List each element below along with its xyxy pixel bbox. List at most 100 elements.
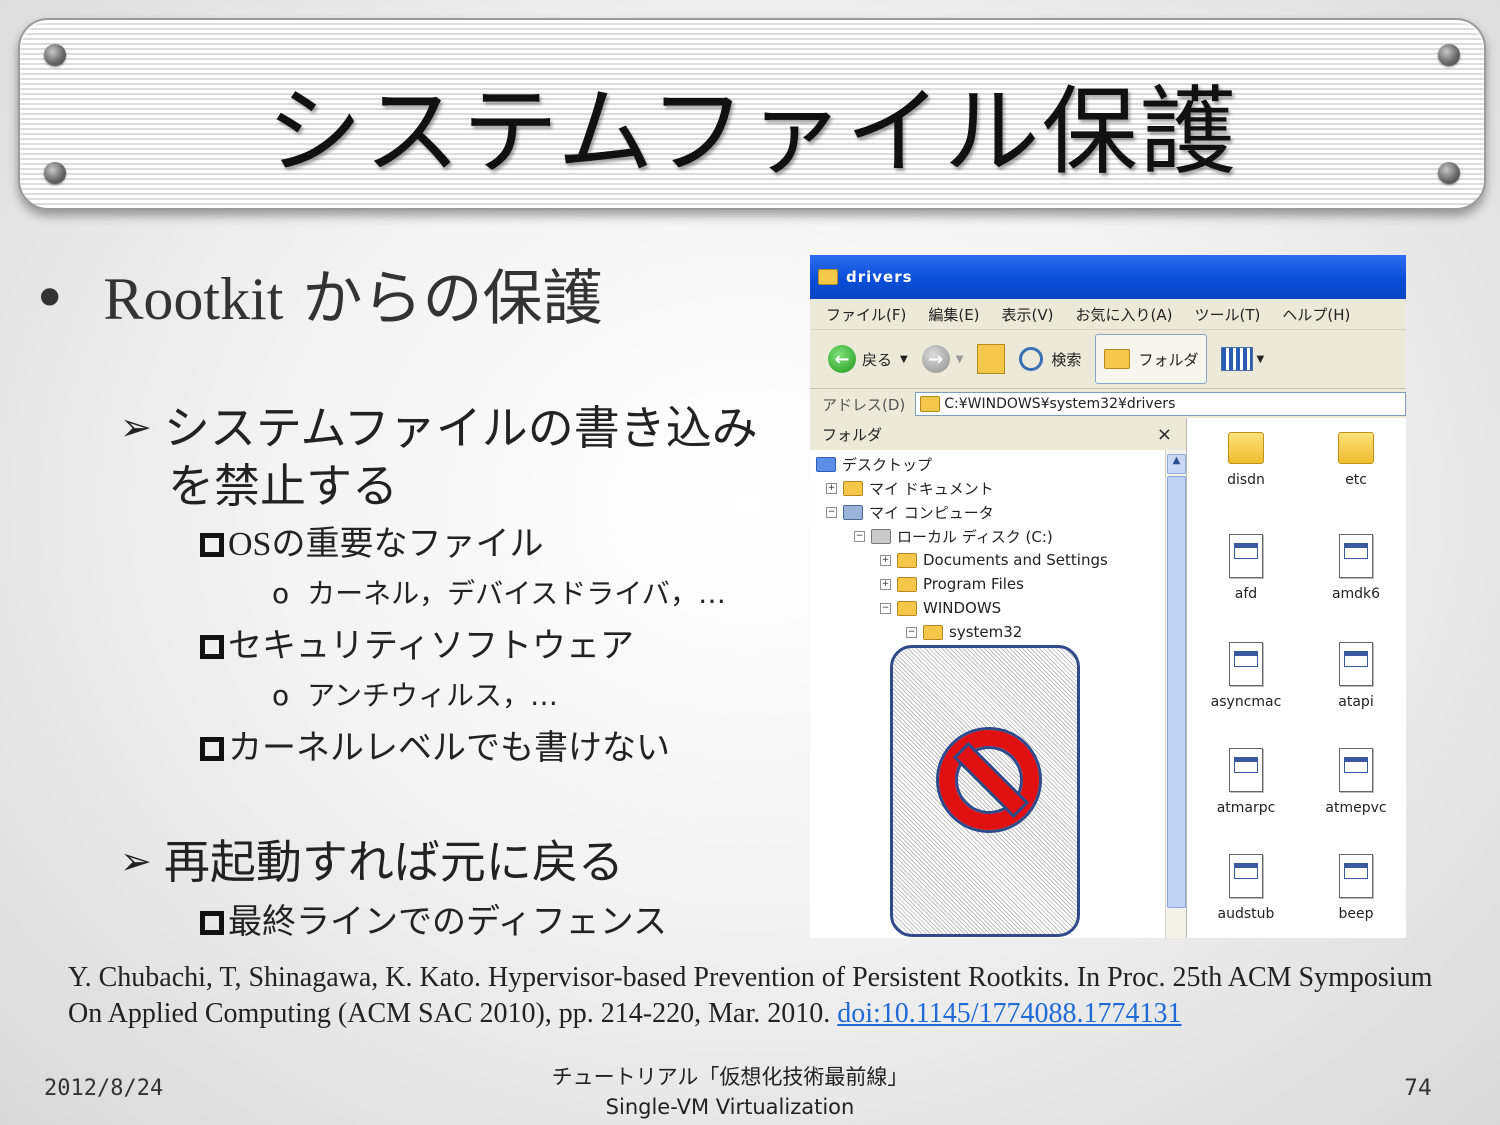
security-software-text: セキュリティソフトウェア: [228, 626, 634, 666]
file-name: atmarpc: [1216, 800, 1276, 816]
square-bullet-icon: [200, 533, 224, 557]
file-list-pane: disdn etc afd amdk6 asyncmac atapi atmar…: [1187, 418, 1406, 938]
back-arrow-icon: ←: [828, 345, 856, 373]
bullet-antivirus: o アンチウィルス，…: [272, 674, 558, 714]
tree-item-program-files[interactable]: + Program Files: [880, 572, 1024, 596]
square-bullet-icon: [200, 911, 224, 935]
arrow-bullet-icon: ➢: [120, 839, 152, 883]
folders-label: フォルダ: [1138, 350, 1199, 369]
menu-favorites[interactable]: お気に入り(A): [1076, 304, 1173, 325]
bullet-kernel-level: カーネルレベルでも書けない: [200, 720, 670, 769]
back-button[interactable]: ← 戻る ▼: [828, 345, 908, 373]
window-titlebar[interactable]: drivers: [810, 255, 1406, 299]
file-item-sys[interactable]: atmarpc: [1191, 748, 1301, 816]
menu-tools[interactable]: ツール(T): [1194, 304, 1260, 325]
kernel-level-text: カーネルレベルでも書けない: [228, 728, 670, 768]
folders-button[interactable]: フォルダ: [1095, 334, 1208, 384]
expand-icon[interactable]: +: [880, 578, 891, 590]
reboot-text: 再起動すれば元に戻る: [163, 835, 624, 889]
file-name: disdn: [1227, 472, 1265, 488]
final-defense-text: 最終ラインでのディフェンス: [228, 902, 667, 942]
scroll-thumb[interactable]: [1167, 476, 1186, 908]
tree-header: フォルダ ×: [810, 418, 1186, 450]
file-name: afd: [1234, 586, 1258, 602]
system-file-icon: [1229, 534, 1263, 578]
tree-item-my-documents[interactable]: + マイ ドキュメント: [826, 476, 994, 500]
back-label: 戻る: [862, 350, 893, 369]
file-item-sys[interactable]: atmepvc: [1301, 748, 1406, 816]
folder-icon: [818, 269, 838, 285]
file-item-sys[interactable]: asyncmac: [1191, 642, 1301, 710]
tree-item-documents-and-settings[interactable]: + Documents and Settings: [880, 548, 1108, 572]
tree-scrollbar[interactable]: ▲: [1165, 450, 1186, 938]
doi-link[interactable]: doi:10.1145/1774088.1774131: [837, 998, 1181, 1029]
forward-arrow-icon: →: [921, 345, 950, 373]
address-bar: アドレス(D) C:¥WINDOWS¥system32¥drivers: [810, 389, 1406, 420]
file-item-sys[interactable]: atapi: [1301, 642, 1406, 710]
system-file-icon: [1229, 748, 1263, 792]
address-field[interactable]: C:¥WINDOWS¥system32¥drivers: [915, 392, 1406, 416]
search-button[interactable]: 検索: [1019, 347, 1081, 371]
file-name: atmepvc: [1325, 800, 1387, 816]
file-item-sys[interactable]: beep: [1301, 854, 1406, 922]
folder-icon: [920, 396, 941, 412]
tree-item-system32[interactable]: − system32: [906, 620, 1022, 644]
folder-icon: [1228, 432, 1264, 464]
collapse-icon[interactable]: −: [826, 506, 837, 518]
collapse-icon[interactable]: −: [906, 626, 917, 638]
square-bullet-icon: [200, 737, 224, 761]
chevron-down-icon: ▼: [900, 353, 908, 365]
menu-view[interactable]: 表示(V): [1002, 304, 1054, 325]
chevron-down-icon: ▼: [1256, 353, 1265, 365]
menu-help[interactable]: ヘルプ(H): [1282, 304, 1350, 325]
title-plate: システムファイル保護: [18, 18, 1486, 210]
kernel-examples-text: カーネル，デバイスドライバ，…: [307, 577, 727, 610]
menu-bar: ファイル(F) 編集(E) 表示(V) お気に入り(A) ツール(T) ヘルプ(…: [810, 299, 1406, 330]
tree-item-desktop[interactable]: デスクトップ: [816, 452, 932, 476]
collapse-icon[interactable]: −: [854, 530, 865, 542]
file-item-folder[interactable]: disdn: [1191, 432, 1301, 488]
file-name: amdk6: [1331, 586, 1381, 602]
footer-title-line1: チュートリアル「仮想化技術最前線」: [551, 1065, 909, 1089]
tree-label: デスクトップ: [842, 455, 933, 474]
tree-label: マイ コンピュータ: [869, 503, 994, 522]
bullet-write-protect: ➢ システムファイルの書き込み: [120, 392, 758, 458]
tree-item-windows[interactable]: − WINDOWS: [880, 596, 1001, 620]
address-label: アドレス(D): [822, 395, 906, 414]
tree-label: マイ ドキュメント: [869, 479, 994, 498]
protected-files-overlay: [890, 645, 1080, 937]
slide-title: システムファイル保護: [266, 76, 1238, 188]
window-title: drivers: [846, 268, 913, 286]
folder-icon: [897, 552, 917, 568]
tree-label: system32: [949, 623, 1023, 641]
write-protect-line1: システムファイルの書き込み: [163, 401, 758, 455]
system-file-icon: [1339, 534, 1373, 578]
search-label: 検索: [1051, 350, 1082, 369]
folder-icon: [1104, 349, 1131, 369]
expand-icon[interactable]: +: [880, 554, 891, 566]
menu-edit[interactable]: 編集(E): [928, 304, 979, 325]
expand-icon[interactable]: +: [826, 482, 837, 494]
system-file-icon: [1339, 748, 1373, 792]
up-folder-button[interactable]: [977, 344, 1006, 374]
tree-label: Documents and Settings: [923, 551, 1108, 569]
collapse-icon[interactable]: −: [880, 602, 891, 614]
search-icon: [1019, 347, 1044, 371]
write-protect-line2: を禁止する: [168, 459, 398, 513]
system-file-icon: [1339, 642, 1373, 686]
file-item-sys[interactable]: afd: [1191, 534, 1301, 602]
file-item-sys[interactable]: amdk6: [1301, 534, 1406, 602]
forward-button[interactable]: → ▼: [921, 345, 964, 373]
views-button[interactable]: ▼: [1221, 347, 1264, 371]
scroll-up-icon[interactable]: ▲: [1167, 454, 1186, 474]
menu-file[interactable]: ファイル(F): [826, 304, 906, 325]
tree-header-label: フォルダ: [822, 425, 883, 444]
close-icon[interactable]: ×: [1157, 424, 1172, 445]
system-file-icon: [1229, 642, 1263, 686]
file-item-sys[interactable]: audstub: [1191, 854, 1301, 922]
file-item-folder[interactable]: etc: [1301, 432, 1406, 488]
chevron-down-icon: ▼: [955, 353, 964, 365]
bullet-dot: •: [32, 264, 68, 334]
tree-item-local-disk[interactable]: − ローカル ディスク (C:): [854, 524, 1053, 548]
tree-item-my-computer[interactable]: − マイ コンピュータ: [826, 500, 994, 524]
